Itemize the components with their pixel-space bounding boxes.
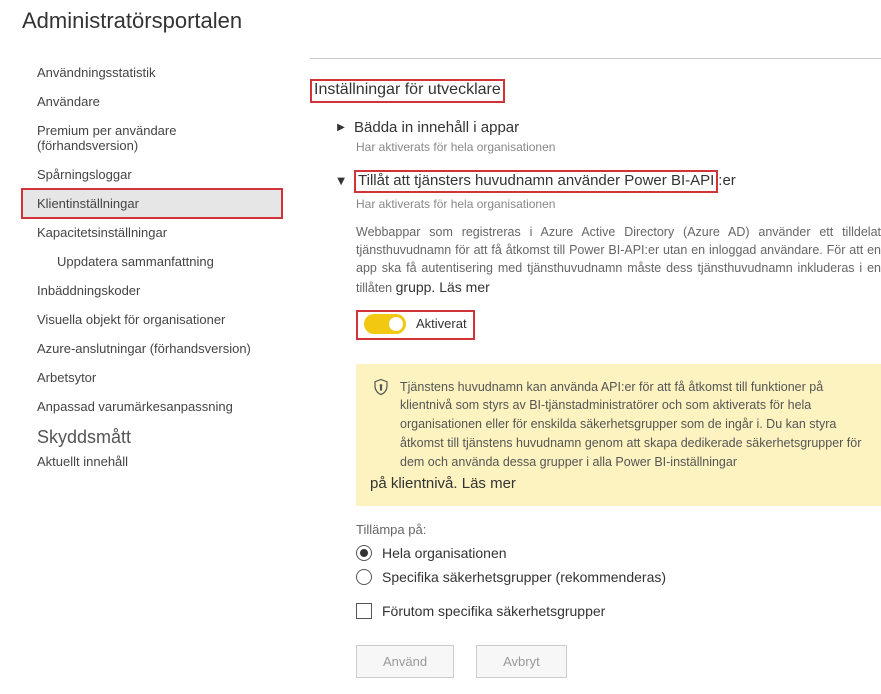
chevron-right-icon: ▶ bbox=[336, 122, 346, 133]
service-principal-title: Tillåt att tjänsters huvudnamn använder … bbox=[354, 170, 718, 193]
chevron-down-icon: ▶ bbox=[336, 177, 347, 187]
apply-to-label: Tillämpa på: bbox=[356, 522, 881, 537]
embed-content-status: Har aktiverats för hela organisationen bbox=[356, 140, 881, 154]
sidebar-item-refresh-summary[interactable]: Uppdatera sammanfattning bbox=[22, 247, 282, 276]
service-principal-description: Webbappar som registreras i Azure Active… bbox=[356, 223, 881, 298]
enabled-toggle[interactable] bbox=[364, 314, 406, 334]
except-groups-label: Förutom specifika säkerhetsgrupper bbox=[382, 603, 605, 619]
except-groups-checkbox[interactable] bbox=[356, 603, 372, 619]
sidebar-item-azure-connections[interactable]: Azure-anslutningar (förhandsversion) bbox=[22, 334, 282, 363]
service-principal-toggle-header[interactable]: ▶ Tillåt att tjänsters huvudnamn använde… bbox=[336, 170, 881, 193]
sidebar-item-custom-branding[interactable]: Anpassad varumärkesanpassning bbox=[22, 392, 282, 421]
cancel-button[interactable]: Avbryt bbox=[476, 645, 567, 678]
apply-button[interactable]: Använd bbox=[356, 645, 454, 678]
sidebar-item-audit-logs[interactable]: Spårningsloggar bbox=[22, 160, 282, 189]
sidebar: Användningsstatistik Användare Premium p… bbox=[22, 58, 282, 694]
sidebar-item-org-visuals[interactable]: Visuella objekt för organisationer bbox=[22, 305, 282, 334]
radio-specific-groups[interactable] bbox=[356, 569, 372, 585]
info-learn-more-link[interactable]: Läs mer bbox=[462, 475, 516, 492]
sidebar-item-users[interactable]: Användare bbox=[22, 87, 282, 116]
sidebar-item-workspaces[interactable]: Arbetsytor bbox=[22, 363, 282, 392]
shield-icon bbox=[372, 378, 390, 472]
radio-specific-groups-label: Specifika säkerhetsgrupper (rekommendera… bbox=[382, 569, 666, 585]
page-title: Administratörsportalen bbox=[22, 8, 881, 34]
sidebar-item-featured-content[interactable]: Aktuellt innehåll bbox=[22, 452, 282, 476]
divider bbox=[310, 58, 881, 59]
main-content: Inställningar för utvecklare ▶ Bädda in … bbox=[282, 58, 881, 694]
enabled-toggle-label: Aktiverat bbox=[416, 316, 467, 331]
embed-content-toggle-header[interactable]: ▶ Bädda in innehåll i appar bbox=[336, 119, 881, 136]
service-principal-status: Har aktiverats för hela organisationen bbox=[356, 197, 881, 211]
radio-entire-org-label: Hela organisationen bbox=[382, 545, 507, 561]
embed-content-title: Bädda in innehåll i appar bbox=[354, 119, 519, 136]
sidebar-item-embed-codes[interactable]: Inbäddningskoder bbox=[22, 276, 282, 305]
info-banner-text: Tjänstens huvudnamn kan använda API:er f… bbox=[400, 378, 865, 472]
radio-entire-org[interactable] bbox=[356, 545, 372, 561]
sidebar-section-protection: Skyddsmått bbox=[22, 421, 282, 452]
sidebar-item-capacity-settings[interactable]: Kapacitetsinställningar bbox=[22, 218, 282, 247]
learn-more-link[interactable]: Läs mer bbox=[439, 279, 490, 295]
service-principal-title-suffix: :er bbox=[718, 172, 736, 189]
sidebar-item-premium-per-user[interactable]: Premium per användare (förhandsversion) bbox=[22, 116, 282, 160]
sidebar-item-usage-stats[interactable]: Användningsstatistik bbox=[22, 58, 282, 87]
info-banner: Tjänstens huvudnamn kan använda API:er f… bbox=[356, 364, 881, 506]
sidebar-item-tenant-settings[interactable]: Klientinställningar bbox=[22, 189, 282, 218]
developer-settings-heading: Inställningar för utvecklare bbox=[310, 79, 505, 103]
